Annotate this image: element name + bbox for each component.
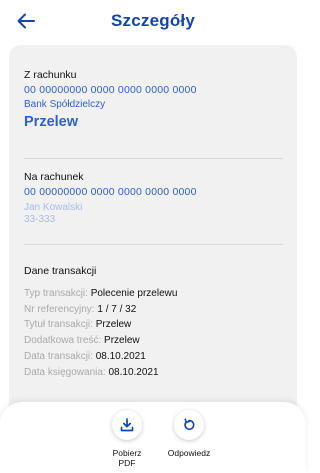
back-button[interactable] (14, 9, 38, 33)
from-account-label: Z rachunku (24, 69, 77, 81)
page-title: Szczegóły (111, 11, 195, 30)
header-bar: Szczegóły (0, 0, 306, 42)
reply-circle[interactable] (174, 410, 204, 440)
reply-label: Odpowiedz (167, 448, 211, 458)
divider (24, 158, 283, 159)
reply-button[interactable]: Odpowiedz (159, 410, 219, 458)
from-account-section: Z rachunku 00 00000000 0000 0000 0000 00… (24, 69, 283, 130)
from-bank-name: Bank Spółdzielczy (24, 99, 106, 110)
download-icon (120, 418, 134, 432)
download-pdf-button[interactable]: Pobierz PDF (97, 410, 157, 468)
detail-row: Dodatkowa treść: Przelew (24, 335, 140, 347)
detail-row: Data księgowania: 08.10.2021 (24, 366, 159, 378)
detail-row: Nr referencyjny: 1 / 7 / 32 (24, 303, 137, 315)
recipient-name: Jan Kowalski (24, 202, 83, 213)
to-account-number: 00 00000000 0000 0000 0000 0000 (24, 186, 197, 198)
divider (24, 244, 283, 245)
transaction-details-section: Dane transakcji Typ transakcji: Poleceni… (24, 265, 283, 380)
detail-row: Typ transakcji: Polecenie przelewu (24, 288, 178, 299)
transaction-details-label: Dane transakcji (24, 265, 97, 277)
detail-row: Tytuł transakcji: Przelew (24, 319, 132, 331)
details-list: Typ transakcji: Polecenie przelewu Nr re… (24, 286, 283, 380)
to-account-label: Na rachunek (24, 171, 84, 183)
reply-icon (184, 418, 195, 430)
download-pdf-label: Pobierz PDF (112, 448, 142, 468)
to-account-section: Na rachunek 00 00000000 0000 0000 0000 0… (24, 171, 283, 226)
detail-row: Data transakcji: 08.10.2021 (24, 350, 146, 362)
from-account-number: 00 00000000 0000 0000 0000 0000 (24, 84, 197, 96)
recipient-city: 33-333 (24, 214, 56, 225)
arrow-left-icon (17, 13, 35, 29)
action-bar: Pobierz PDF Odpowiedz (0, 402, 306, 473)
download-pdf-circle[interactable] (112, 410, 142, 440)
transfer-type: Przelew (24, 114, 78, 130)
